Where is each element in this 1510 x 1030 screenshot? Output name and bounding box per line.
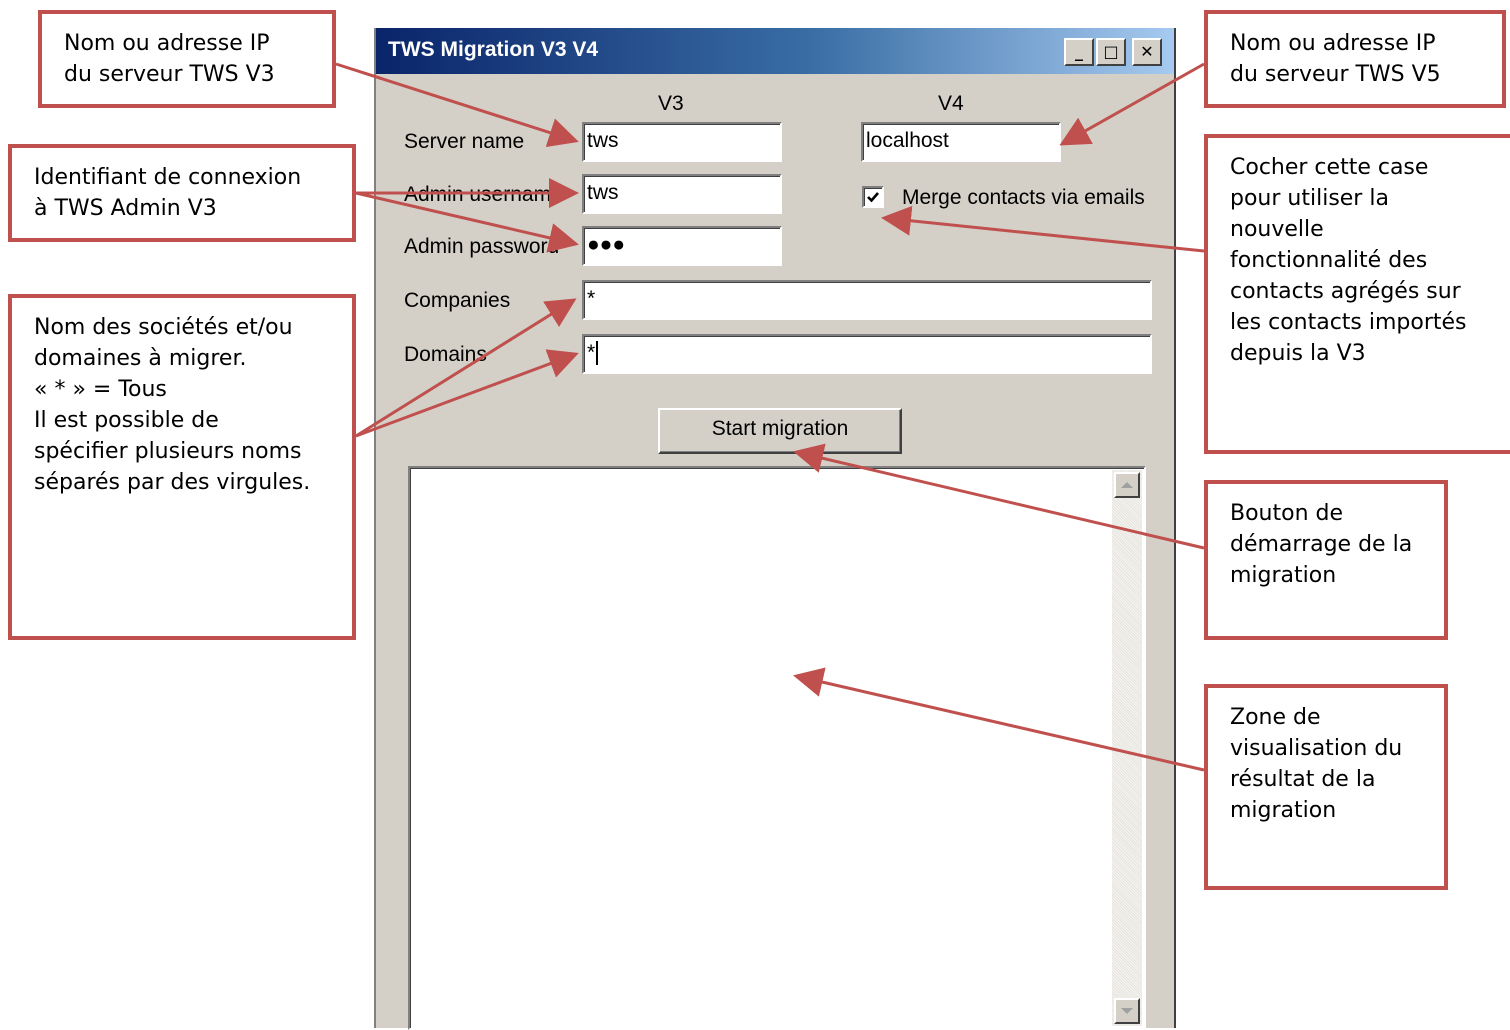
companies-input[interactable]: * — [582, 280, 1152, 320]
scroll-down-button[interactable] — [1114, 998, 1140, 1024]
arrow-down-icon — [1121, 1008, 1133, 1014]
companies-label: Companies — [404, 289, 511, 312]
server-name-v4-input[interactable]: localhost — [861, 122, 1061, 162]
checkmark-icon — [867, 192, 879, 203]
window-title: TWS Migration V3 V4 — [388, 38, 599, 61]
merge-contacts-checkbox[interactable] — [862, 186, 884, 208]
callout-server-v3: Nom ou adresse IP du serveur TWS V3 — [38, 10, 336, 108]
column-header-v4: V4 — [938, 92, 964, 115]
start-migration-button[interactable]: Start migration — [658, 408, 902, 454]
title-bar[interactable]: TWS Migration V3 V4 _ □ ✕ — [376, 28, 1174, 74]
domains-value: * — [587, 341, 596, 364]
text-caret — [596, 341, 599, 366]
admin-username-v3-input[interactable]: tws — [582, 174, 782, 214]
callout-server-v5: Nom ou adresse IP du serveur TWS V5 — [1204, 10, 1506, 108]
minimize-button[interactable]: _ — [1064, 38, 1094, 66]
scroll-up-button[interactable] — [1114, 472, 1140, 498]
maximize-button[interactable]: □ — [1096, 38, 1126, 66]
server-name-v3-input[interactable]: tws — [582, 122, 782, 162]
domains-label: Domains — [404, 343, 487, 366]
domains-input[interactable]: * — [582, 334, 1152, 374]
output-scrollbar[interactable] — [1112, 470, 1142, 1026]
close-button[interactable]: ✕ — [1132, 38, 1162, 66]
callout-start-button: Bouton de démarrage de la migration — [1204, 480, 1448, 640]
callout-companies-domains: Nom des sociétés et/ou domaines à migrer… — [8, 294, 356, 640]
server-name-label: Server name — [404, 130, 525, 153]
admin-password-v3-input[interactable]: ●●● — [582, 226, 782, 266]
migration-output-area[interactable] — [408, 466, 1146, 1030]
arrow-up-icon — [1121, 482, 1133, 488]
callout-merge-contacts: Cocher cette case pour utiliser la nouve… — [1204, 134, 1510, 454]
callout-results-zone: Zone de visualisation du résultat de la … — [1204, 684, 1448, 890]
migration-window: TWS Migration V3 V4 _ □ ✕ V3 V4 Server n… — [374, 28, 1176, 1030]
column-header-v3: V3 — [658, 92, 684, 115]
admin-password-label: Admin password — [404, 235, 560, 258]
callout-admin-id: Identifiant de connexion à TWS Admin V3 — [8, 144, 356, 242]
merge-contacts-label: Merge contacts via emails — [902, 186, 1145, 209]
admin-username-label: Admin username — [404, 183, 563, 206]
